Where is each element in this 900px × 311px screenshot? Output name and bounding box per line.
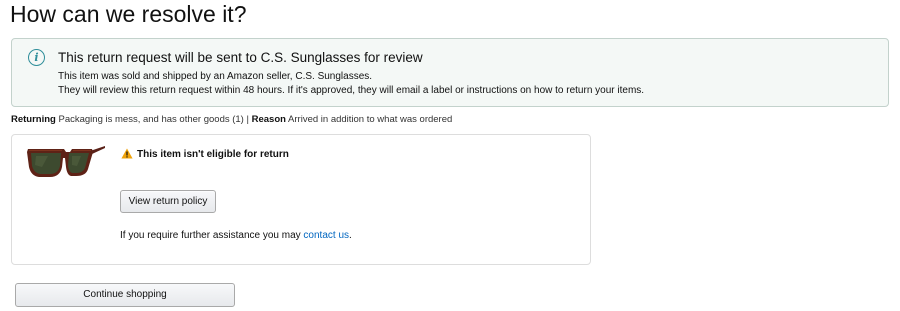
returning-label: Returning	[11, 114, 56, 125]
not-eligible-warning: This item isn't eligible for return	[137, 149, 289, 160]
info-alert-box: i This return request will be sent to C.…	[11, 38, 889, 107]
warning-triangle-icon	[121, 148, 133, 159]
view-return-policy-button[interactable]: View return policy	[120, 190, 216, 213]
item-card: This item isn't eligible for return View…	[11, 134, 591, 265]
page-title: How can we resolve it?	[10, 1, 247, 27]
contact-us-link[interactable]: contact us	[303, 230, 349, 241]
assistance-prefix: If you require further assistance you ma…	[120, 230, 304, 241]
assistance-suffix: .	[349, 230, 352, 241]
return-resolution-page: How can we resolve it? i This return req…	[0, 0, 900, 311]
return-summary: Returning Packaging is mess, and has oth…	[11, 114, 452, 126]
continue-shopping-button[interactable]: Continue shopping	[15, 283, 235, 307]
info-icon: i	[28, 49, 45, 66]
returning-value: Packaging is mess, and has other goods (…	[55, 114, 252, 125]
reason-value: Arrived in addition to what was ordered	[285, 114, 453, 125]
info-alert-title: This return request will be sent to C.S.…	[58, 50, 423, 65]
info-alert-line-review: They will review this return request wit…	[58, 85, 645, 96]
sunglasses-image	[27, 146, 105, 177]
reason-label: Reason	[251, 114, 286, 125]
assistance-text: If you require further assistance you ma…	[120, 229, 352, 242]
info-alert-line-seller: This item was sold and shipped by an Ama…	[58, 71, 373, 82]
